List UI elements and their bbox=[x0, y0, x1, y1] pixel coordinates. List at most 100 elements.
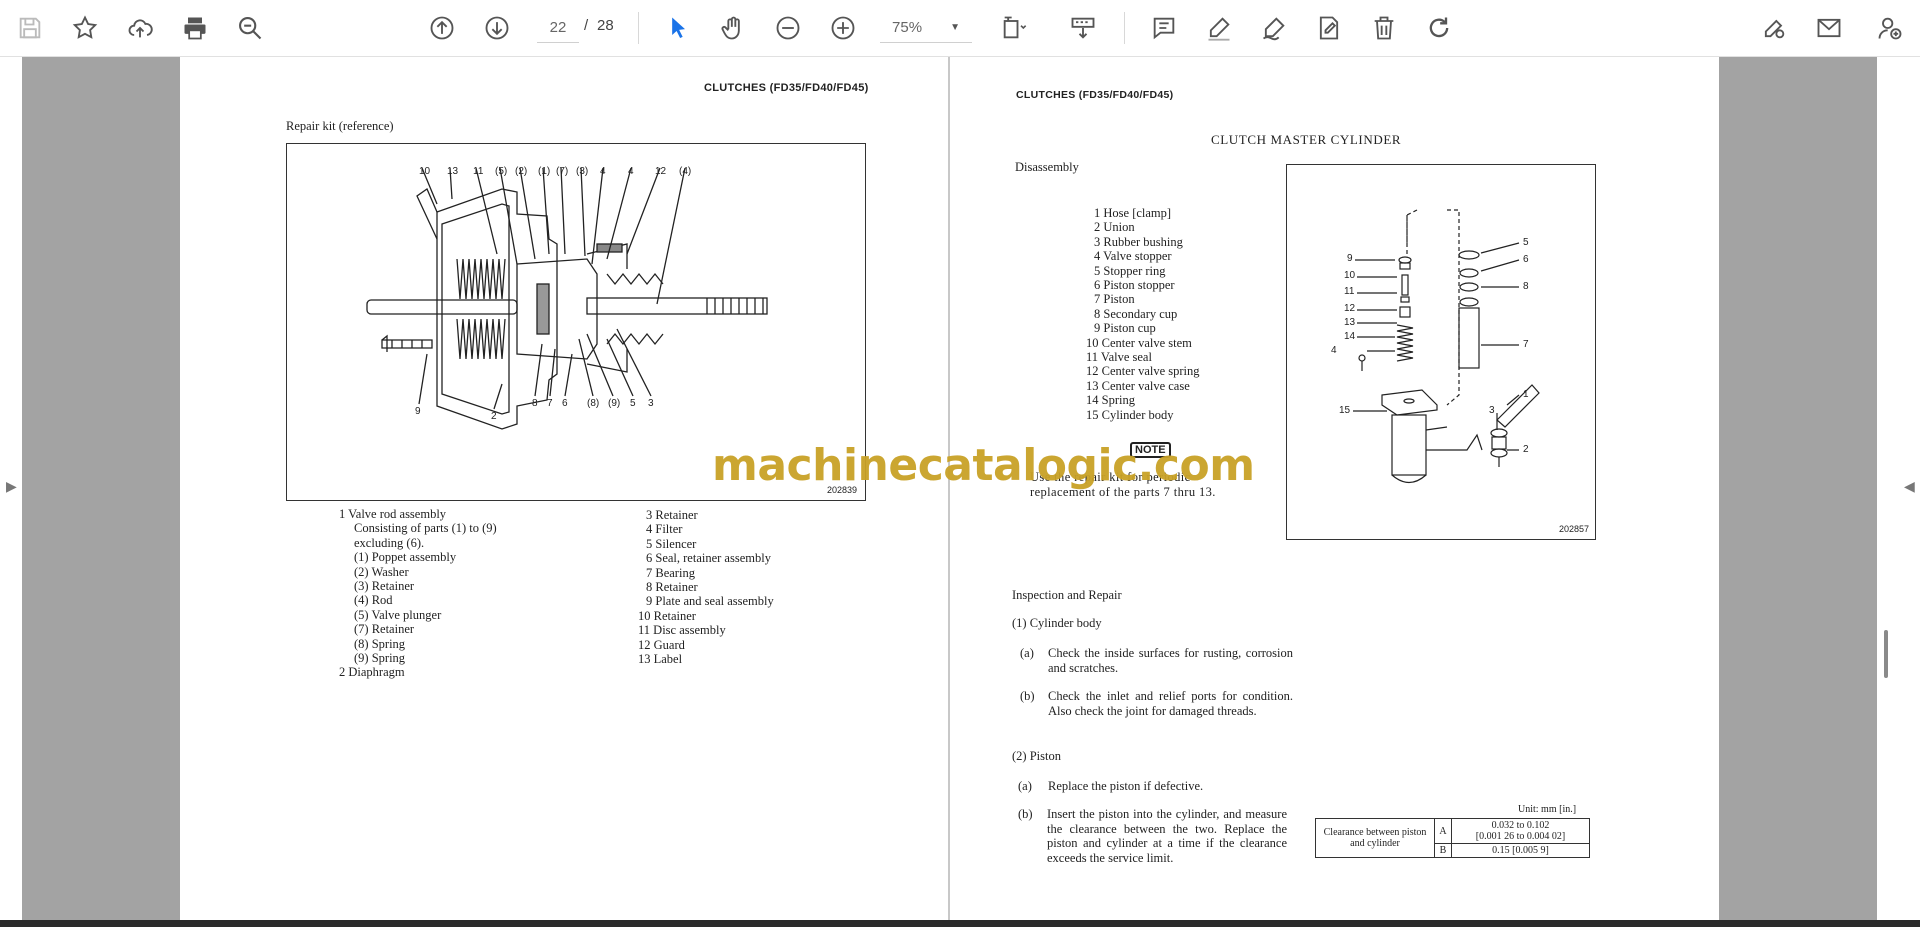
list-item: 9 Piston cup bbox=[1094, 321, 1156, 336]
toolbar-divider bbox=[638, 12, 639, 44]
callout-label: 7 bbox=[547, 398, 553, 409]
master-cylinder-figure: 9 10 11 12 13 14 4 15 5 6 8 7 1 3 2 2028… bbox=[1286, 164, 1596, 540]
list-item: 7 Bearing bbox=[646, 565, 695, 580]
callout-label: 8 bbox=[532, 398, 538, 409]
callout-label: 3 bbox=[648, 398, 654, 409]
list-item: 13 Center valve case bbox=[1086, 378, 1190, 393]
list-item: 6 Piston stopper bbox=[1094, 278, 1175, 293]
list-item: 10 Retainer bbox=[638, 608, 696, 623]
callout-label: 1 bbox=[1523, 389, 1529, 400]
table-cell-label: Clearance between piston and cylinder bbox=[1315, 818, 1435, 858]
scrollbar-thumb[interactable] bbox=[1884, 630, 1888, 678]
inspection-item-2: (2) Piston bbox=[1012, 749, 1061, 763]
callout-label: (7) bbox=[556, 166, 569, 177]
callout-label: 5 bbox=[1523, 237, 1529, 248]
redo-rotate-icon[interactable] bbox=[1421, 10, 1457, 46]
watermark-text: machinecatalogic.com bbox=[712, 440, 1255, 491]
add-user-icon[interactable] bbox=[1872, 10, 1908, 46]
list-item: excluding (6). bbox=[354, 535, 425, 550]
fill-sign-icon[interactable] bbox=[1311, 10, 1347, 46]
list-item: 10 Center valve stem bbox=[1086, 335, 1192, 350]
callout-label: 15 bbox=[1339, 405, 1351, 416]
callout-label: 12 bbox=[655, 166, 667, 177]
table-cell-key: A bbox=[1434, 818, 1452, 844]
value-line: 0.032 to 0.102 bbox=[1491, 820, 1550, 831]
item-2b-text: Insert the piston into the cylinder, and… bbox=[1047, 807, 1287, 865]
page-fit-icon[interactable] bbox=[996, 10, 1032, 46]
inspection-title: Inspection and Repair bbox=[1012, 588, 1122, 602]
page-title: CLUTCH MASTER CYLINDER bbox=[1211, 132, 1402, 147]
callout-label: 4 bbox=[628, 166, 634, 177]
list-item: (3) Retainer bbox=[354, 579, 415, 594]
next-page-icon[interactable] bbox=[479, 10, 515, 46]
list-item: 12 Guard bbox=[638, 637, 685, 652]
delete-trash-icon[interactable] bbox=[1366, 10, 1402, 46]
list-item: 5 Stopper ring bbox=[1094, 263, 1166, 278]
callout-label: 9 bbox=[1347, 253, 1353, 264]
table-cell-value: 0.032 to 0.102 [0.001 26 to 0.004 02] bbox=[1451, 818, 1590, 844]
item-1a-label: (a) bbox=[1020, 646, 1034, 660]
callout-label: 8 bbox=[1523, 281, 1529, 292]
select-cursor-icon[interactable] bbox=[660, 10, 696, 46]
callout-label: 11 bbox=[1344, 286, 1355, 297]
list-item: Consisting of parts (1) to (9) bbox=[354, 521, 497, 536]
item-2a-label: (a) bbox=[1018, 779, 1032, 793]
list-item: 2 Union bbox=[1094, 220, 1135, 235]
expand-left-panel-icon[interactable]: ▶ bbox=[6, 478, 17, 495]
bookmark-star-icon[interactable] bbox=[67, 10, 103, 46]
list-item: 13 Label bbox=[638, 652, 683, 667]
draw-pen-icon[interactable] bbox=[1256, 10, 1292, 46]
zoom-in-icon[interactable] bbox=[825, 10, 861, 46]
callout-label: (3) bbox=[576, 166, 589, 177]
callout-label: 6 bbox=[562, 398, 568, 409]
list-item: 3 Rubber bushing bbox=[1094, 234, 1183, 249]
zoom-level-select[interactable]: 75% ▼ bbox=[880, 12, 972, 43]
table-cell-key: B bbox=[1434, 843, 1452, 858]
list-item: 3 Retainer bbox=[646, 508, 698, 522]
hand-tool-icon[interactable] bbox=[715, 10, 751, 46]
scroll-mode-icon[interactable] bbox=[1065, 10, 1101, 46]
expand-right-panel-icon[interactable]: ◀ bbox=[1904, 478, 1915, 495]
zoom-out-icon[interactable] bbox=[770, 10, 806, 46]
share-link-icon[interactable] bbox=[1756, 10, 1792, 46]
page-margin-left bbox=[22, 57, 180, 920]
highlight-pen-icon[interactable] bbox=[1201, 10, 1237, 46]
list-item: 8 Retainer bbox=[646, 580, 698, 595]
previous-page-icon[interactable] bbox=[424, 10, 460, 46]
save-icon[interactable] bbox=[12, 10, 48, 46]
inspection-item-1: (1) Cylinder body bbox=[1012, 616, 1102, 630]
upload-cloud-icon[interactable] bbox=[122, 10, 158, 46]
item-2a-text: Replace the piston if defective. bbox=[1048, 779, 1204, 793]
callout-label: (1) bbox=[538, 166, 551, 177]
parts-list-column-1: 1 Valve rod assembly Consisting of parts… bbox=[339, 507, 497, 680]
list-item: 8 Secondary cup bbox=[1094, 306, 1178, 321]
callout-label: 7 bbox=[1523, 339, 1529, 350]
item-1b-text: Check the inlet and relief ports for con… bbox=[1048, 689, 1293, 718]
list-item: 7 Piston bbox=[1094, 292, 1135, 307]
email-icon[interactable] bbox=[1811, 10, 1847, 46]
list-item: 5 Silencer bbox=[646, 536, 697, 551]
callout-label: 2 bbox=[491, 411, 497, 422]
print-icon[interactable] bbox=[177, 10, 213, 46]
list-item: 14 Spring bbox=[1086, 393, 1135, 408]
list-item: (4) Rod bbox=[354, 593, 393, 608]
callout-label: 10 bbox=[419, 166, 431, 177]
callout-label: 4 bbox=[600, 166, 606, 177]
list-item: 11 Valve seal bbox=[1086, 350, 1152, 365]
callout-label: 6 bbox=[1523, 254, 1529, 265]
list-item: 9 Plate and seal assembly bbox=[646, 594, 774, 609]
callout-label: 2 bbox=[1523, 444, 1529, 455]
zoom-search-icon[interactable] bbox=[232, 10, 268, 46]
toolbar-divider bbox=[1124, 12, 1125, 44]
page-number-input[interactable]: 22 bbox=[537, 12, 579, 43]
list-item: (8) Spring bbox=[354, 636, 406, 651]
list-item: 1 Hose [clamp] bbox=[1094, 206, 1172, 220]
bottom-bar bbox=[0, 920, 1920, 927]
list-item: (1) Poppet assembly bbox=[354, 550, 457, 565]
comment-icon[interactable] bbox=[1146, 10, 1182, 46]
item-2b-label: (b) bbox=[1018, 807, 1033, 821]
value-line: [0.001 26 to 0.004 02] bbox=[1475, 831, 1566, 842]
item-1b-label: (b) bbox=[1020, 689, 1035, 703]
list-item: (7) Retainer bbox=[354, 622, 415, 637]
list-item: 4 Filter bbox=[646, 522, 683, 537]
